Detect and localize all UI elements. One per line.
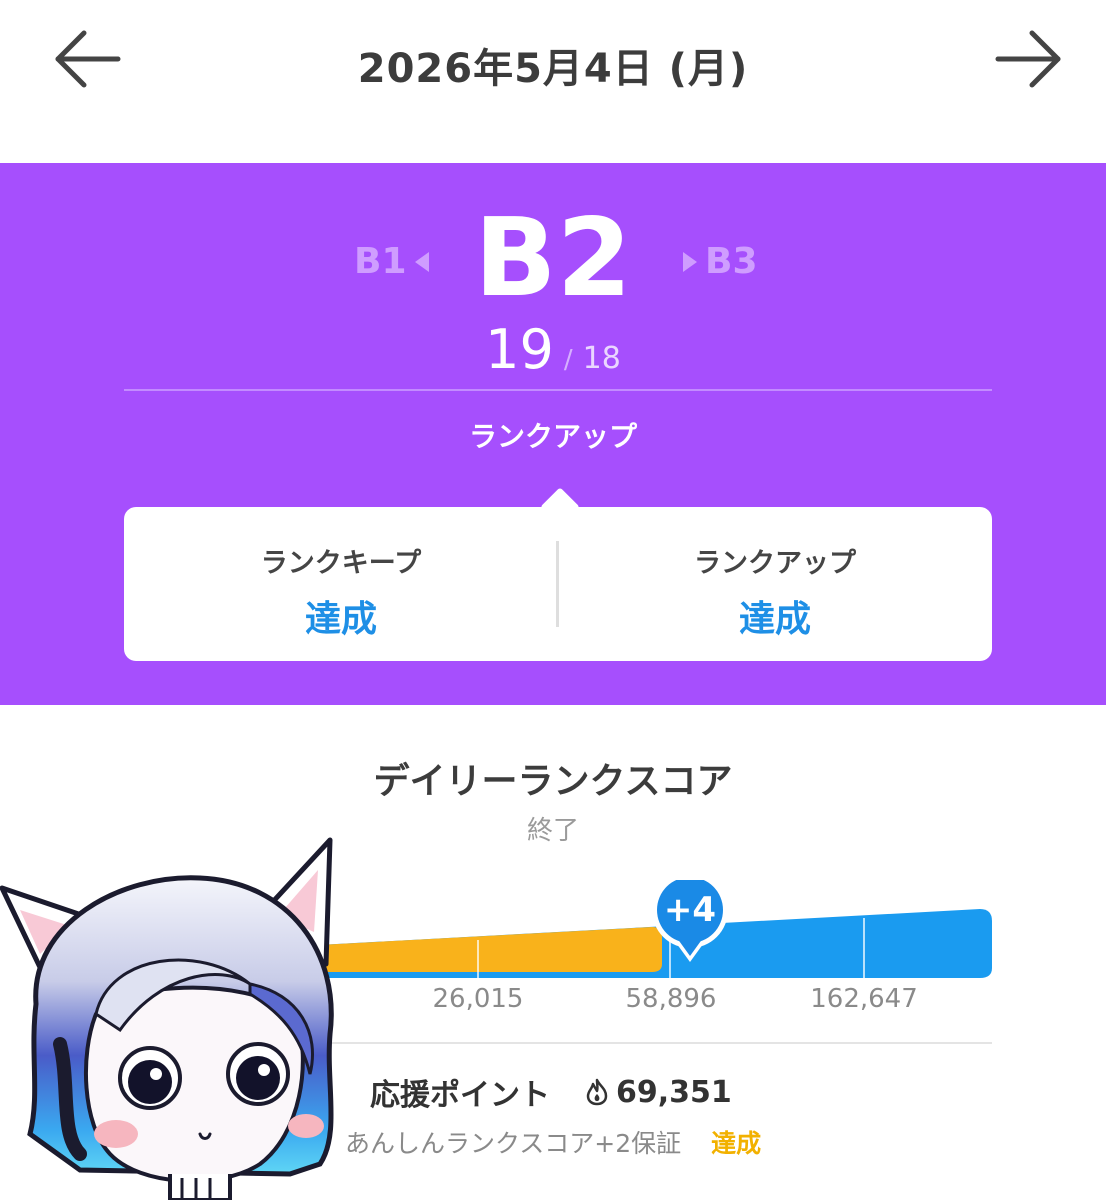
triangle-right-icon bbox=[683, 251, 697, 272]
rank-panel: B1 B2 B3 19/18 ランクアップ ランクキープ 達成 ランクアップ 達… bbox=[0, 163, 1106, 705]
gauge-tick-label: 26,015 bbox=[432, 984, 524, 1014]
rank-result: ランクアップ bbox=[468, 420, 637, 453]
date-title: 2026年5月4日 (月) bbox=[357, 46, 749, 92]
rank-divider bbox=[124, 389, 992, 391]
result-card: ランクキープ 達成 ランクアップ 達成 bbox=[124, 487, 992, 661]
cat-girl-mascot-illustration bbox=[0, 837, 334, 1200]
gauge-tick-label: 58,896 bbox=[625, 984, 717, 1014]
current-rank: B2 bbox=[474, 196, 632, 321]
support-points-row: 応援ポイント 69,351 bbox=[370, 1070, 732, 1114]
next-rank-button[interactable]: B3 bbox=[683, 241, 758, 282]
score-badge-text: +4 bbox=[663, 890, 717, 930]
support-points-value-group: 69,351 bbox=[584, 1075, 732, 1110]
guarantee-row: あんしんランクスコア+2保証 達成 bbox=[345, 1124, 761, 1160]
rank-count: 19 / 18 bbox=[0, 318, 1106, 381]
next-rank-label: B3 bbox=[705, 241, 758, 282]
flame-icon bbox=[586, 1078, 608, 1106]
rank-up-label: ランクアップ bbox=[694, 548, 856, 579]
rank-up-status: 達成 bbox=[738, 599, 811, 640]
rank-up-column: ランクアップ 達成 bbox=[558, 507, 992, 661]
arrow-right-icon bbox=[995, 30, 1061, 88]
rank-count-current: 19 bbox=[485, 318, 554, 381]
daily-score-title: デイリーランクスコア bbox=[373, 761, 733, 802]
guarantee-text: あんしんランクスコア+2保証 bbox=[345, 1129, 682, 1158]
rank-count-separator: / bbox=[563, 345, 573, 375]
gauge-tick-label: 162,647 bbox=[810, 984, 918, 1014]
guarantee-status: 達成 bbox=[711, 1129, 762, 1158]
header: 2026年5月4日 (月) bbox=[0, 0, 1106, 120]
rank-keep-column: ランクキープ 達成 bbox=[124, 507, 558, 661]
rank-keep-label: ランクキープ bbox=[260, 548, 422, 579]
next-day-button[interactable] bbox=[988, 24, 1068, 94]
support-points-value: 69,351 bbox=[616, 1074, 732, 1110]
support-points-label: 応援ポイント bbox=[370, 1078, 550, 1113]
rank-keep-status: 達成 bbox=[304, 599, 377, 640]
rank-count-total: 18 bbox=[582, 341, 621, 376]
